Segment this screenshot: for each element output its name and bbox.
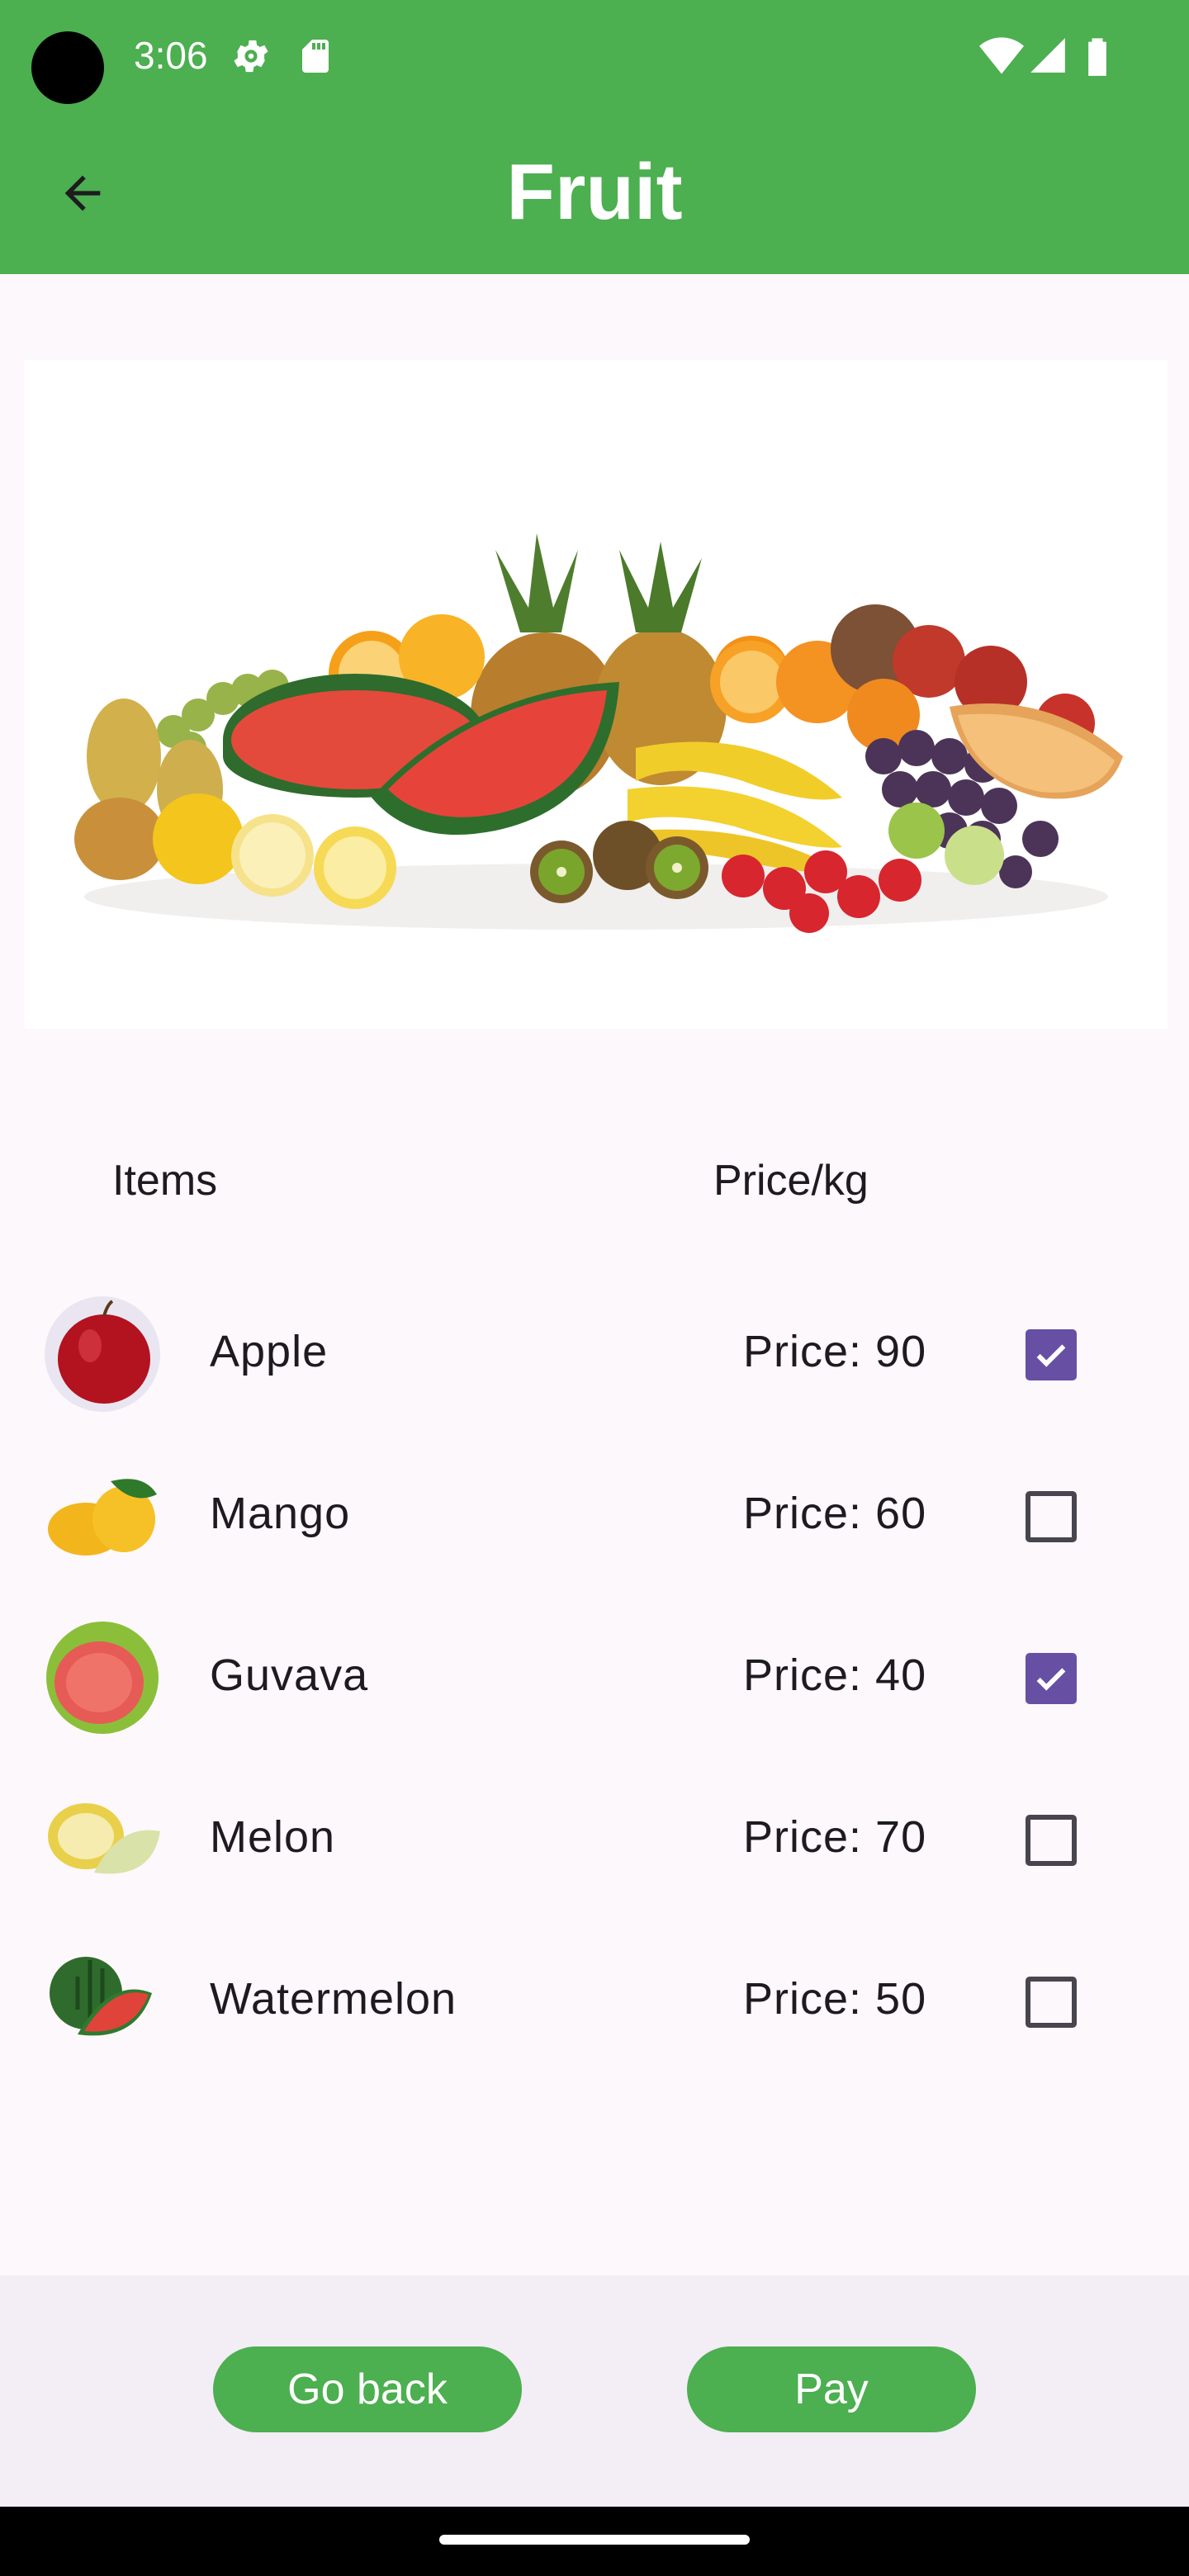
settings-gear-icon <box>230 35 272 82</box>
pay-button[interactable]: Pay <box>687 2346 976 2432</box>
apple-checkbox[interactable] <box>1026 1329 1077 1380</box>
mango-checkbox[interactable] <box>1026 1491 1077 1542</box>
item-name: Mango <box>210 1489 351 1538</box>
item-price: Price: 50 <box>743 1974 927 2024</box>
system-navigation-bar <box>0 2507 1189 2576</box>
column-header-price: Price/kg <box>713 1157 869 1205</box>
sd-card-icon <box>296 35 335 82</box>
guava-thumbnail <box>46 1622 159 1734</box>
list-item-guvava: Guvava Price: 40 <box>0 1590 1189 1752</box>
watermelon-thumbnail <box>50 1957 152 2036</box>
watermelon-checkbox[interactable] <box>1026 1977 1077 2028</box>
item-name: Watermelon <box>210 1974 457 2024</box>
item-price: Price: 40 <box>743 1650 927 1700</box>
guvava-checkbox[interactable] <box>1026 1653 1077 1704</box>
list-item-watermelon: Watermelon Price: 50 <box>0 1914 1189 2076</box>
list-item-melon: Melon Price: 70 <box>0 1752 1189 1914</box>
battery-icon <box>1085 35 1110 82</box>
list-item-apple: Apple Price: 90 <box>0 1267 1189 1428</box>
home-gesture-handle[interactable] <box>439 2535 750 2545</box>
column-header-items: Items <box>112 1157 218 1205</box>
item-price: Price: 60 <box>743 1489 927 1538</box>
wifi-icon <box>979 35 1024 80</box>
check-icon <box>1036 1344 1066 1367</box>
mango-thumbnail <box>48 1479 157 1556</box>
go-back-button[interactable]: Go back <box>213 2346 522 2432</box>
melon-thumbnail <box>48 1803 160 1874</box>
status-time: 3:06 <box>134 34 208 77</box>
item-name: Apple <box>210 1327 329 1376</box>
melon-checkbox[interactable] <box>1026 1815 1077 1866</box>
apple-thumbnail <box>45 1296 160 1412</box>
app-bar: Fruit <box>0 116 1189 274</box>
camera-cutout <box>31 31 104 104</box>
status-bar: 3:06 <box>0 0 1189 116</box>
check-icon <box>1036 1668 1066 1691</box>
assorted-fruit-photo <box>25 360 1168 1029</box>
bottom-action-bar: Go back Pay <box>0 2275 1189 2507</box>
fruit-hero-image <box>25 360 1168 1029</box>
cellular-signal-icon <box>1027 35 1068 80</box>
item-name: Melon <box>210 1812 336 1862</box>
item-price: Price: 70 <box>743 1812 927 1862</box>
page-title: Fruit <box>506 148 683 236</box>
list-item-mango: Mango Price: 60 <box>0 1428 1189 1590</box>
item-name: Guvava <box>210 1650 369 1700</box>
item-price: Price: 90 <box>743 1327 927 1376</box>
